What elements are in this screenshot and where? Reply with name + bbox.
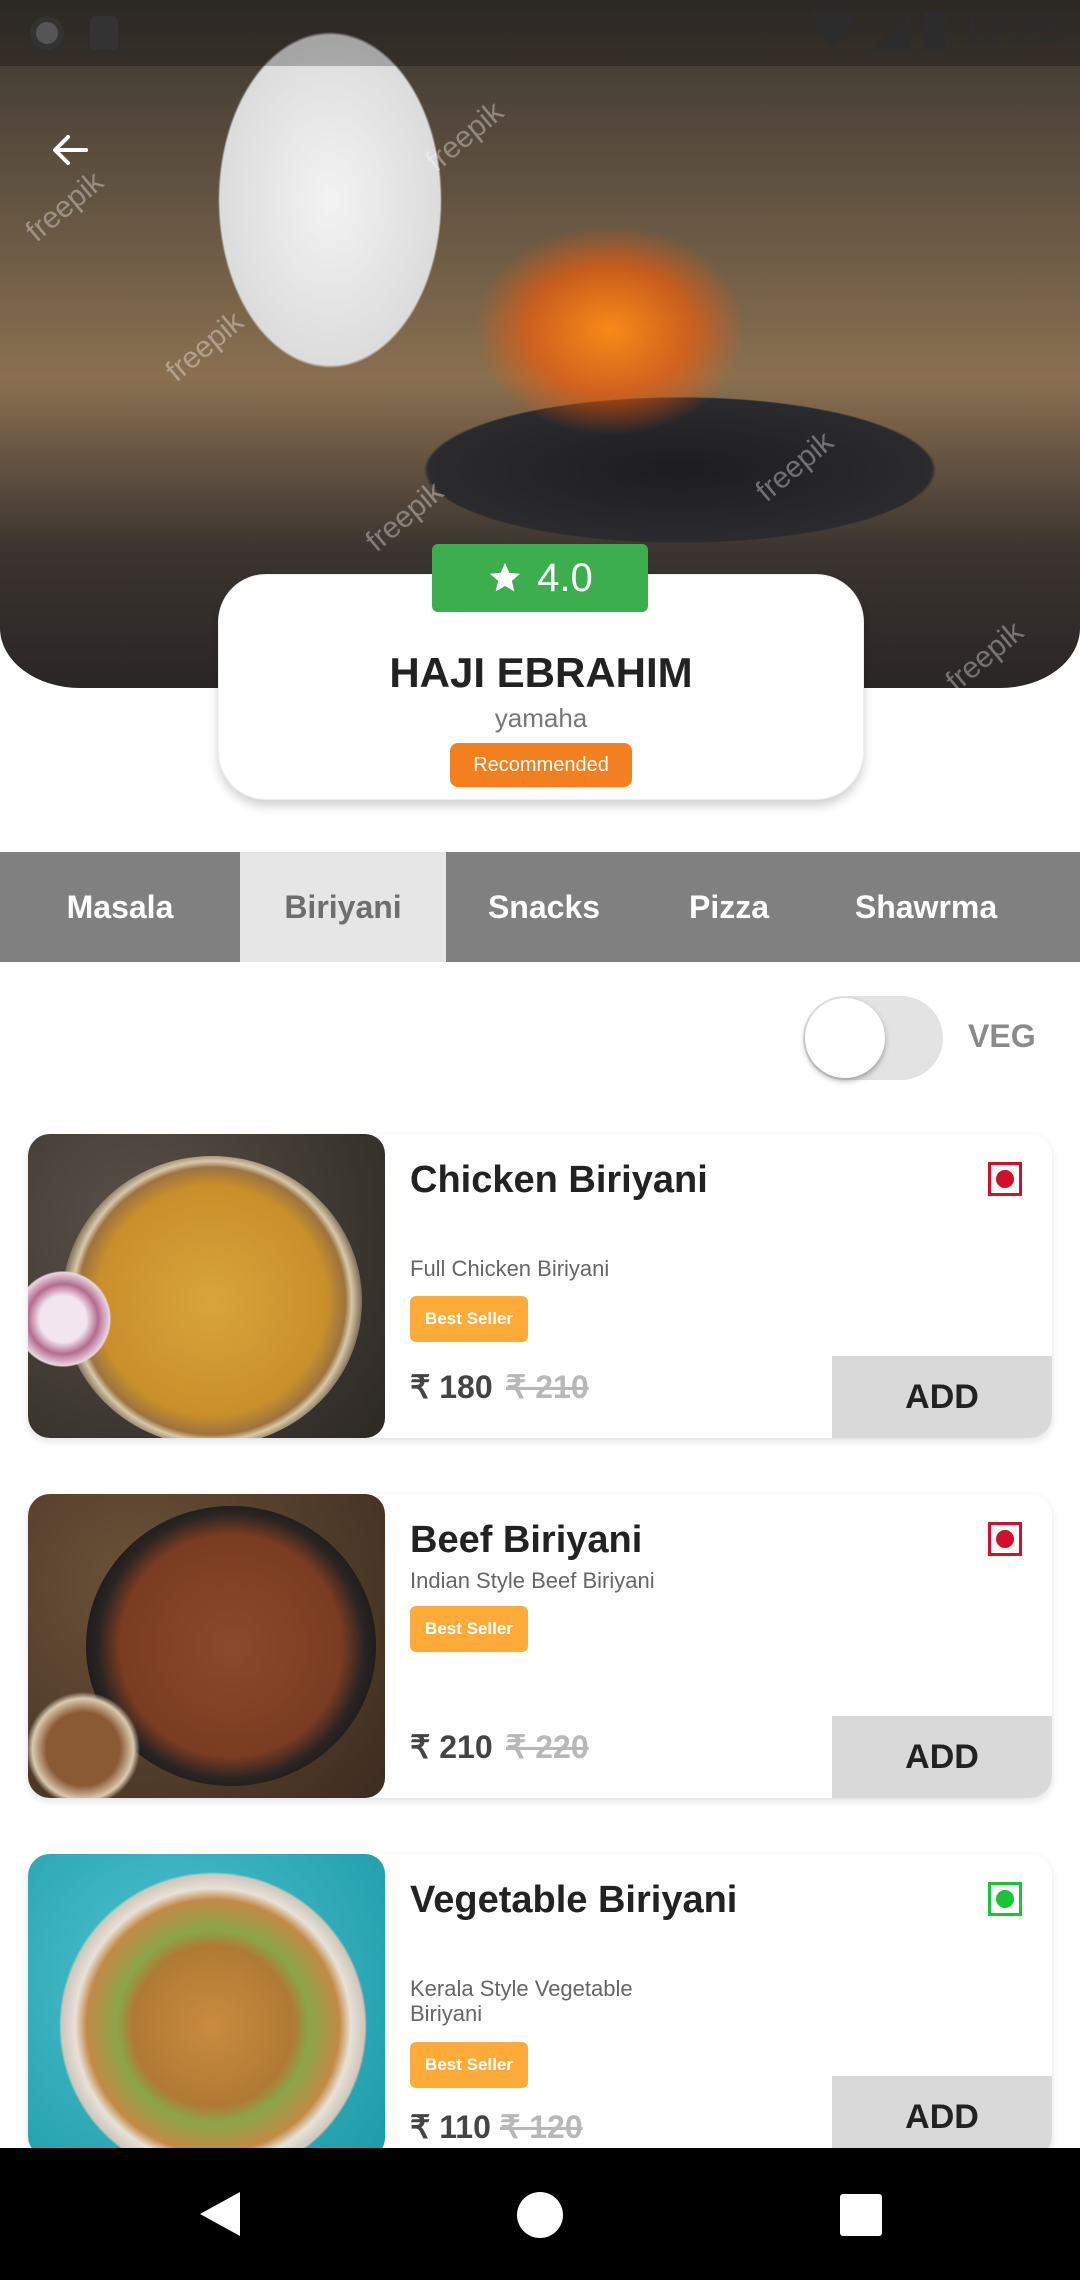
best-seller-badge: Best Seller xyxy=(410,2042,528,2088)
tab-label: Biriyani xyxy=(284,888,402,925)
arrow-left-icon xyxy=(53,135,88,165)
watermark: freepik xyxy=(939,615,1030,688)
nav-recents-icon[interactable] xyxy=(840,2194,882,2236)
toggle-knob xyxy=(805,998,885,1078)
item-old-price: ₹ 210 xyxy=(506,1369,589,1405)
non-veg-icon xyxy=(988,1522,1022,1556)
item-title: Vegetable Biriyani xyxy=(410,1879,738,1921)
veg-label: VEG xyxy=(968,1018,1036,1054)
restaurant-subtitle: yamaha xyxy=(494,703,588,733)
chicken-biriyani-image xyxy=(28,1134,385,1438)
vegetable-biriyani-image xyxy=(28,1854,385,2158)
rating-value: 4.0 xyxy=(537,555,593,600)
tab-biriyani[interactable]: Biriyani xyxy=(240,852,446,962)
star-icon xyxy=(490,563,521,592)
recommended-badge: Recommended xyxy=(450,743,632,787)
item-description: Kerala Style Vegetable Biriyani xyxy=(410,1976,633,2026)
watermark: freepik xyxy=(419,95,510,179)
menu-item-card: Beef Biriyani Indian Style Beef Biriyani… xyxy=(28,1494,1052,1798)
veg-toggle[interactable] xyxy=(803,996,943,1080)
tab-label: Masala xyxy=(66,888,174,925)
nav-home-icon[interactable] xyxy=(517,2192,563,2238)
battery-icon xyxy=(923,11,946,50)
notification-icon xyxy=(30,16,64,50)
watermark: freepik xyxy=(159,305,250,389)
sd-card-icon xyxy=(90,16,118,50)
beef-biriyani-image xyxy=(28,1494,385,1798)
item-price: ₹ 180 xyxy=(410,1369,493,1405)
menu-item-card: Chicken Biriyani Full Chicken Biriyani B… xyxy=(28,1134,1052,1438)
status-time: 12:23 xyxy=(959,8,1060,52)
item-old-price: ₹ 220 xyxy=(506,1729,589,1765)
best-seller-badge: Best Seller xyxy=(410,1296,528,1342)
veg-icon xyxy=(988,1882,1022,1916)
tab-label: Shawrma xyxy=(854,888,998,925)
restaurant-name: HAJI EBRAHIM xyxy=(389,649,693,696)
rating-badge: 4.0 xyxy=(432,544,648,612)
wifi-icon xyxy=(809,12,858,49)
best-seller-badge: Best Seller xyxy=(410,1606,528,1652)
item-title: Beef Biriyani xyxy=(410,1519,643,1561)
back-button[interactable] xyxy=(40,120,100,180)
tab-label: Pizza xyxy=(688,888,770,925)
item-price: ₹ 210 xyxy=(410,1729,493,1765)
watermark: freepik xyxy=(749,425,840,509)
tab-label: Snacks xyxy=(487,888,601,925)
tab-snacks[interactable]: Snacks xyxy=(446,852,642,962)
item-description: Indian Style Beef Biriyani xyxy=(410,1568,655,1593)
tab-shawrma[interactable]: Shawrma xyxy=(816,852,1036,962)
category-tabs: Masala Biriyani Snacks Pizza Shawrma xyxy=(0,852,1080,962)
system-navigation-bar xyxy=(0,2148,1080,2280)
nav-back-icon[interactable] xyxy=(200,2192,240,2236)
item-price: ₹ 110 xyxy=(410,2109,491,2145)
tab-masala[interactable]: Masala xyxy=(0,852,240,962)
tab-pizza[interactable]: Pizza xyxy=(642,852,816,962)
item-title: Chicken Biriyani xyxy=(410,1159,708,1201)
menu-item-card: Vegetable Biriyani Kerala Style Vegetabl… xyxy=(28,1854,1052,2158)
add-button[interactable]: ADD xyxy=(832,1356,1052,1438)
add-button[interactable]: ADD xyxy=(832,2076,1052,2158)
add-button[interactable]: ADD xyxy=(832,1716,1052,1798)
status-bar: 12:23 xyxy=(0,0,1080,66)
signal-icon xyxy=(871,12,910,49)
non-veg-icon xyxy=(988,1162,1022,1196)
item-description: Full Chicken Biriyani xyxy=(410,1256,610,1281)
item-old-price: ₹ 120 xyxy=(500,2109,583,2145)
